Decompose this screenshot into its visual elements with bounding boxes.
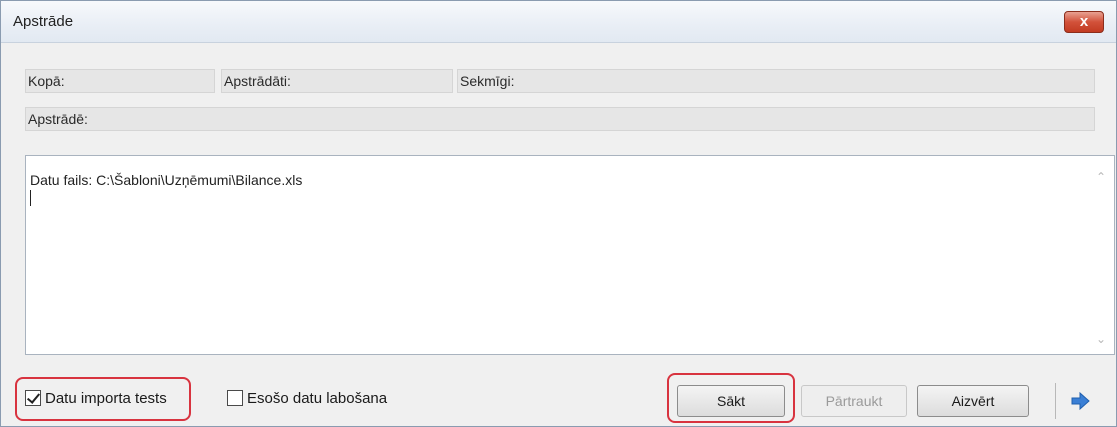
- successful-field: Sekmīgi:: [457, 69, 1095, 93]
- processing-field: Apstrādē:: [25, 107, 1095, 131]
- stop-button[interactable]: Pārtraukt: [801, 385, 907, 417]
- total-field: Kopā:: [25, 69, 215, 93]
- scroll-up-icon[interactable]: ⌃: [1094, 170, 1108, 184]
- fix-existing-label: Esošo datu labošana: [247, 389, 388, 407]
- import-test-checkbox[interactable]: Datu importa tests: [25, 385, 167, 411]
- processing-dialog: Apstrāde x Kopā: Apstrādāti: Sekmīgi: Ap…: [0, 0, 1117, 427]
- close-icon: x: [1079, 13, 1089, 30]
- close-button[interactable]: Aizvērt: [917, 385, 1029, 417]
- window-title: Apstrāde: [13, 13, 74, 30]
- start-button[interactable]: Sākt: [677, 385, 785, 417]
- fix-existing-checkbox[interactable]: Esošo datu labošana: [227, 385, 387, 411]
- close-window-button[interactable]: x: [1064, 11, 1104, 33]
- title-bar: Apstrāde x: [1, 1, 1116, 43]
- scroll-down-icon[interactable]: ⌄: [1094, 332, 1108, 346]
- log-textarea[interactable]: Datu fails: C:\Šabloni\Uzņēmumi\Bilance.…: [25, 155, 1115, 355]
- import-test-label: Datu importa tests: [45, 389, 167, 407]
- arrow-right-icon[interactable]: [1069, 391, 1091, 411]
- checkbox-checked-icon[interactable]: [25, 390, 41, 406]
- checkbox-unchecked-icon[interactable]: [227, 390, 243, 406]
- processed-field: Apstrādāti:: [221, 69, 453, 93]
- log-line: Datu fails: C:\Šabloni\Uzņēmumi\Bilance.…: [30, 172, 303, 188]
- toolbar-divider: [1055, 383, 1056, 419]
- text-caret: [30, 190, 31, 206]
